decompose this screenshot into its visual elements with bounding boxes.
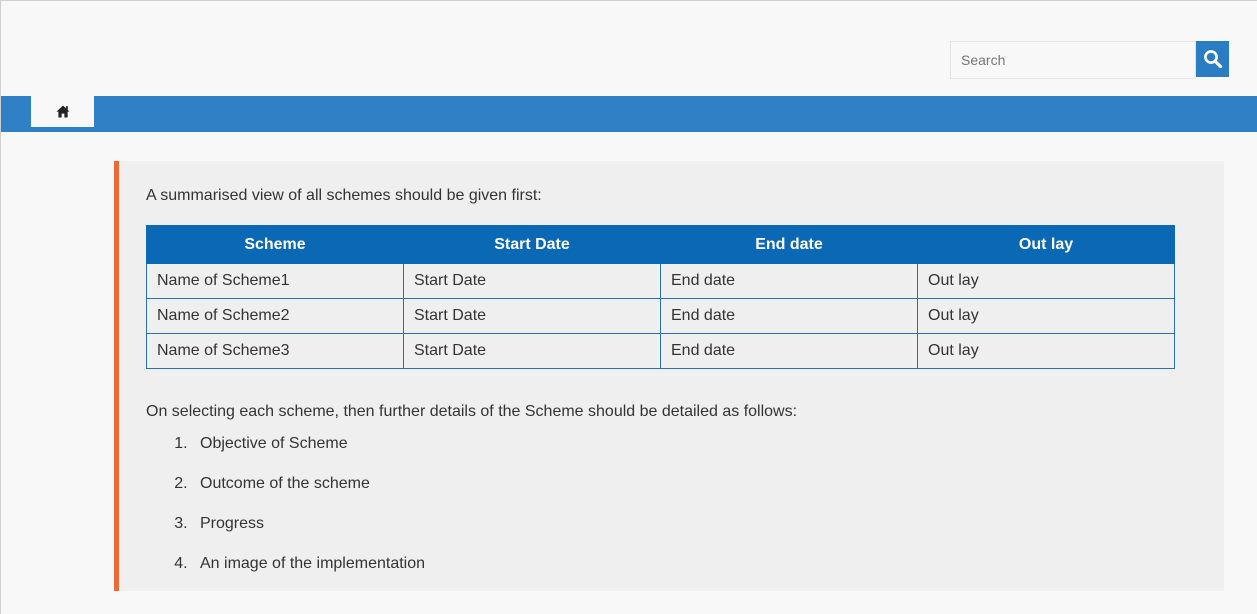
page-frame: A summarised view of all schemes should … — [0, 0, 1257, 614]
nav-home-tab[interactable] — [31, 96, 94, 132]
cell-start-date: Start Date — [403, 263, 661, 299]
search-input[interactable] — [950, 41, 1196, 79]
cell-out-lay: Out lay — [917, 333, 1175, 369]
cell-end-date: End date — [660, 263, 918, 299]
cell-out-lay: Out lay — [917, 263, 1175, 299]
column-header-out-lay: Out lay — [917, 225, 1175, 264]
cell-end-date: End date — [660, 333, 918, 369]
table-row[interactable]: Name of Scheme1 Start Date End date Out … — [146, 263, 1175, 299]
cell-start-date: Start Date — [403, 298, 661, 334]
search-icon — [1203, 50, 1222, 69]
content-panel: A summarised view of all schemes should … — [114, 161, 1224, 591]
cell-end-date: End date — [660, 298, 918, 334]
details-list: Objective of Scheme Outcome of the schem… — [146, 435, 425, 595]
cell-scheme[interactable]: Name of Scheme3 — [146, 333, 404, 369]
list-item: Progress — [192, 515, 425, 555]
search-button[interactable] — [1196, 41, 1229, 77]
table-row[interactable]: Name of Scheme2 Start Date End date Out … — [146, 298, 1175, 334]
schemes-table: Scheme Start Date End date Out lay Name … — [146, 225, 1175, 369]
nav-bar — [1, 96, 1257, 132]
cell-scheme[interactable]: Name of Scheme2 — [146, 298, 404, 334]
table-row[interactable]: Name of Scheme3 Start Date End date Out … — [146, 333, 1175, 369]
intro-text: A summarised view of all schemes should … — [146, 187, 542, 204]
list-item: An image of the implementation — [192, 555, 425, 595]
followup-text: On selecting each scheme, then further d… — [146, 403, 798, 420]
cell-start-date: Start Date — [403, 333, 661, 369]
column-header-scheme: Scheme — [146, 225, 404, 264]
table-header-row: Scheme Start Date End date Out lay — [146, 225, 1175, 264]
column-header-start-date: Start Date — [403, 225, 661, 264]
cell-scheme[interactable]: Name of Scheme1 — [146, 263, 404, 299]
list-item: Outcome of the scheme — [192, 475, 425, 515]
home-icon — [56, 105, 69, 118]
cell-out-lay: Out lay — [917, 298, 1175, 334]
list-item: Objective of Scheme — [192, 435, 425, 475]
column-header-end-date: End date — [660, 225, 918, 264]
